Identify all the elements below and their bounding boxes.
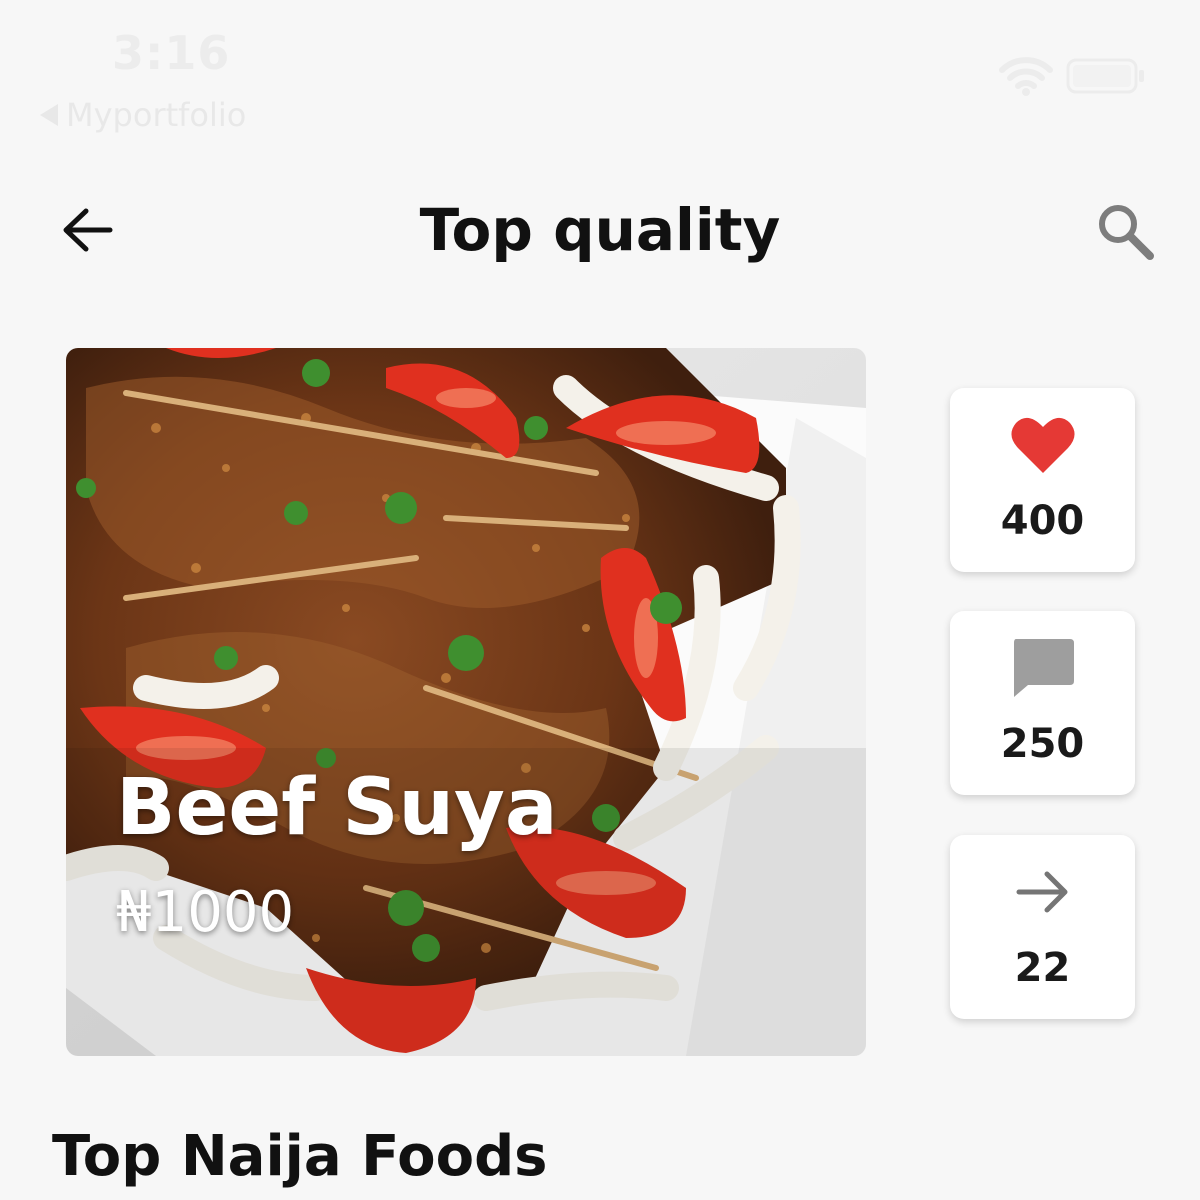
comments-count: 250	[1000, 721, 1085, 767]
food-price: ₦1000	[116, 880, 295, 945]
comments-button[interactable]: 250	[950, 611, 1135, 795]
page-title: Top quality	[419, 196, 781, 264]
section-title: Top Naija Foods	[52, 1124, 548, 1189]
shares-count: 22	[1014, 945, 1071, 991]
status-back-link[interactable]: Myportfolio	[40, 96, 246, 134]
search-icon[interactable]	[1094, 200, 1158, 264]
likes-button[interactable]: 400	[950, 388, 1135, 572]
wifi-icon	[999, 57, 1053, 96]
food-photo	[66, 348, 866, 1056]
heart-icon	[1010, 417, 1075, 473]
comment-icon	[1013, 639, 1074, 697]
food-name: Beef Suya	[116, 763, 558, 853]
battery-icon	[1066, 58, 1144, 94]
likes-count: 400	[1000, 498, 1085, 544]
back-triangle-icon	[40, 104, 58, 126]
app-screen: 3:16 Myportfolio Top quality Beef Suya ₦…	[0, 0, 1200, 1200]
featured-food-card[interactable]: Beef Suya ₦1000	[66, 348, 866, 1056]
status-back-label: Myportfolio	[66, 96, 247, 134]
arrow-right-icon	[1016, 871, 1067, 913]
status-time: 3:16	[112, 26, 231, 80]
share-button[interactable]: 22	[950, 835, 1135, 1019]
